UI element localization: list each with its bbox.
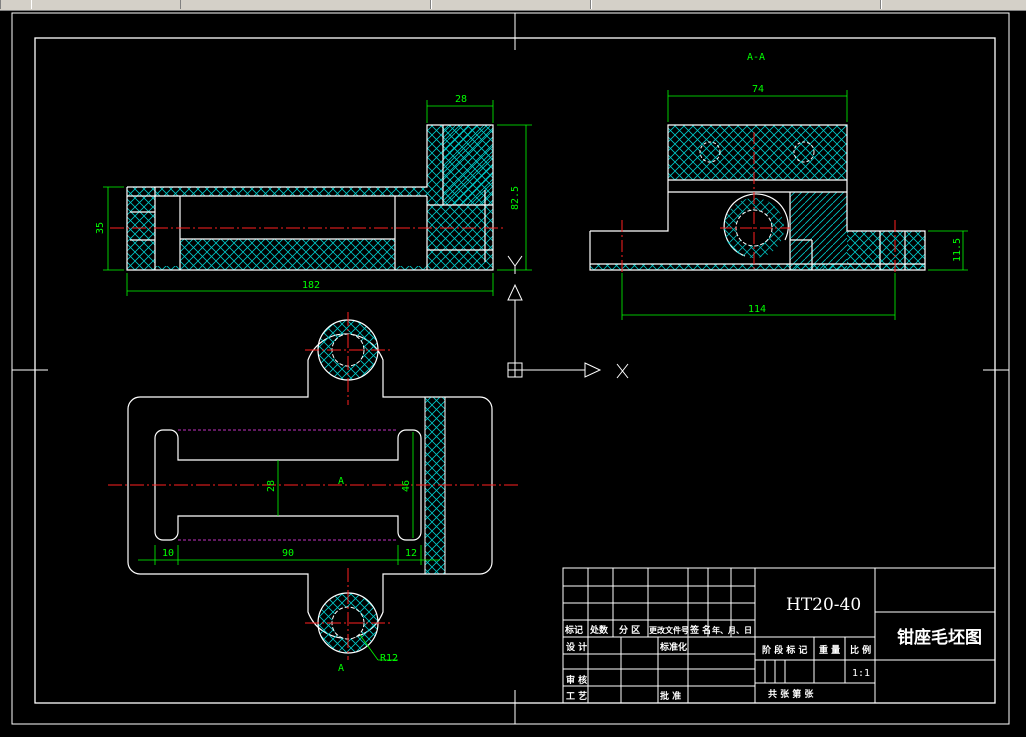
tb-label-mark: 标记 — [564, 624, 583, 636]
tb-label-weight: 重 量 — [819, 644, 840, 656]
tb-label-zone: 分 区 — [619, 624, 640, 636]
dim-28-vertical: 28 — [266, 480, 277, 492]
tb-label-signature: 签 名 — [689, 624, 711, 636]
tb-scale-value: 1:1 — [852, 668, 870, 679]
title-block: 标记 处数 分 区 更改文件号 签 名 年、月、日 设 计 标准化 审 核 工 … — [562, 567, 996, 704]
section-mark-a-bottom: A — [338, 663, 344, 674]
frame-center-ticks — [12, 13, 1009, 724]
dim-r12: R12 — [380, 653, 398, 664]
front-view — [110, 124, 505, 271]
dim-11-5: 11.5 — [952, 238, 963, 262]
tb-label-sheets: 共 张 第 张 — [768, 688, 814, 700]
tb-drawing-name: 钳座毛坯图 — [897, 627, 982, 648]
tb-label-date: 年、月、日 — [712, 625, 752, 635]
top-view — [108, 312, 520, 660]
tb-label-process: 工 艺 — [566, 690, 587, 702]
dim-10: 10 — [162, 548, 174, 559]
side-view-section — [589, 124, 926, 272]
tb-label-approve: 批 准 — [660, 690, 681, 702]
tb-label-change-doc: 更改文件号 — [649, 625, 689, 635]
axis-x-label: X — [0, 0, 1, 1]
dim-182: 182 — [302, 280, 320, 291]
outer-frame — [11, 12, 1010, 725]
dim-28-top: 28 — [455, 94, 467, 105]
axis-y-label: Y — [0, 0, 1, 1]
tb-label-stage: 阶 段 标 记 — [762, 644, 807, 656]
dim-35: 35 — [95, 222, 106, 234]
ucs-icon — [507, 255, 629, 379]
tb-label-standardize: 标准化 — [659, 641, 687, 653]
dim-82-5: 82.5 — [510, 186, 521, 210]
dim-90: 90 — [282, 548, 294, 559]
top-view-dimensions — [138, 432, 440, 661]
tb-label-count: 处数 — [589, 624, 609, 636]
dim-46: 46 — [401, 480, 412, 492]
dim-114: 114 — [748, 304, 766, 315]
dim-12: 12 — [405, 548, 417, 559]
section-label: A-A — [747, 52, 765, 63]
dim-74: 74 — [752, 84, 764, 95]
tb-label-ratio: 比 例 — [850, 644, 871, 656]
tb-label-review: 审 核 — [566, 674, 587, 686]
cad-drawing-canvas[interactable]: 28 82.5 35 182 A-A 74 11.5 114 Y X 28 46… — [0, 0, 1026, 737]
section-mark-a-center: A — [338, 476, 344, 487]
tb-material: HT20-40 — [786, 595, 861, 615]
tb-label-design: 设 计 — [566, 641, 587, 653]
